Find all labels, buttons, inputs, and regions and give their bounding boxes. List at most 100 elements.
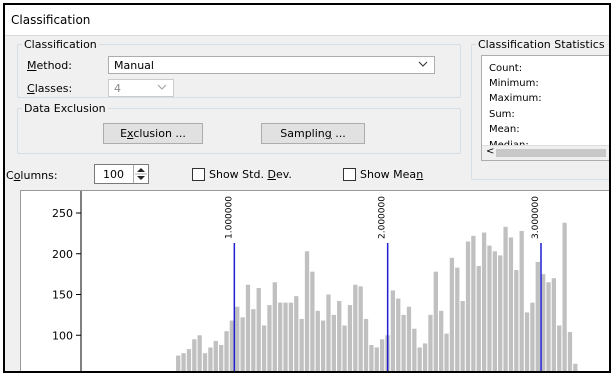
- histogram-bar: [567, 331, 573, 371]
- scroll-left-arrow-icon[interactable]: <: [486, 146, 494, 157]
- histogram-bar: [471, 235, 476, 371]
- histogram-bar: [363, 318, 369, 371]
- histogram-bar: [181, 353, 186, 371]
- histogram-bar: [460, 301, 465, 371]
- window-title: Classification: [11, 13, 91, 27]
- histogram-bar: [487, 245, 492, 371]
- class-break-label: 3.000000: [531, 196, 541, 239]
- histogram-bar: [546, 282, 551, 371]
- show-std-dev-checkbox[interactable]: [192, 168, 205, 181]
- histogram-bar: [256, 287, 261, 371]
- histogram-bar: [235, 306, 240, 371]
- histogram-bar: [288, 302, 294, 371]
- stat-sum-label: Sum:: [489, 109, 515, 120]
- histogram-bar: [342, 325, 347, 371]
- histogram-bar: [551, 278, 557, 371]
- data-exclusion-legend: Data Exclusion: [24, 102, 106, 115]
- chevron-down-icon: [418, 61, 428, 67]
- histogram-bar: [267, 305, 272, 371]
- histogram-bar: [476, 265, 481, 371]
- histogram-bar: [304, 251, 310, 371]
- histogram-bar: [347, 305, 353, 371]
- histogram-bar: [251, 309, 256, 371]
- stat-count-label: Count:: [489, 63, 523, 74]
- show-std-dev-label[interactable]: Show Std. Dev.: [209, 168, 292, 181]
- histogram-bar: [353, 284, 358, 371]
- histogram-bar: [294, 296, 299, 371]
- histogram-bar: [498, 255, 503, 371]
- classification-group-legend: Classification: [24, 38, 97, 51]
- classes-value: 4: [114, 82, 121, 95]
- histogram-bar: [331, 314, 336, 371]
- histogram-bar: [519, 230, 524, 371]
- statistics-horizontal-scrollbar[interactable]: <: [482, 145, 609, 160]
- stat-minimum-label: Minimum:: [489, 78, 539, 89]
- histogram-bar: [465, 241, 471, 371]
- histogram-bar: [202, 353, 208, 371]
- histogram-bar: [412, 328, 417, 371]
- histogram-bar: [245, 284, 251, 371]
- histogram-bar: [197, 335, 202, 371]
- spinner-up-down-icon: [135, 168, 147, 180]
- data-exclusion-group: Data Exclusion: [17, 102, 461, 154]
- histogram-bar: [428, 314, 433, 371]
- histogram-bar: [358, 286, 363, 371]
- histogram-bar: [557, 325, 562, 371]
- histogram-bar: [406, 306, 412, 371]
- histogram-bar: [417, 347, 422, 371]
- histogram-panel: 50 100 150 200 250 1.000000 2.000000 3.000000: [20, 190, 609, 372]
- sampling-button[interactable]: Sampling ...: [261, 123, 365, 144]
- histogram-bar: [261, 325, 267, 371]
- y-tick-label: 250: [52, 207, 73, 220]
- histogram-bar: [573, 363, 578, 371]
- histogram-bar: [439, 310, 444, 371]
- histogram-bar: [186, 349, 192, 371]
- histogram-bar: [535, 261, 540, 371]
- histogram-bar: [396, 298, 401, 371]
- columns-label: Columns:: [6, 169, 58, 182]
- histogram-bar: [283, 302, 288, 371]
- y-tick-label: 50: [59, 370, 73, 372]
- exclusion-button[interactable]: Exclusion ...: [103, 123, 203, 144]
- histogram-bar: [449, 257, 455, 371]
- columns-value: 100: [103, 168, 124, 181]
- histogram-bar: [401, 314, 406, 371]
- histogram-bar: [219, 345, 224, 371]
- histogram-bar: [278, 302, 283, 371]
- stat-maximum-label: Maximum:: [489, 93, 542, 104]
- spinner-arrows[interactable]: [133, 165, 148, 183]
- y-tick-label: 100: [52, 329, 73, 342]
- histogram-bar: [374, 347, 379, 371]
- histogram-bar: [299, 318, 304, 371]
- chevron-down-icon: [157, 84, 167, 90]
- histogram-bar: [422, 343, 428, 371]
- classes-dropdown[interactable]: 4: [108, 79, 174, 97]
- histogram-bar: [229, 320, 235, 371]
- show-mean-checkbox[interactable]: [343, 168, 356, 181]
- histogram-bar: [310, 271, 315, 371]
- scroll-thumb[interactable]: [496, 149, 606, 157]
- columns-spinner[interactable]: 100: [94, 164, 149, 184]
- y-tick-label: 150: [52, 289, 73, 302]
- classification-dialog: Classification Classification Method: Ma…: [3, 3, 611, 373]
- method-label: Method:: [27, 59, 72, 72]
- histogram-bar: [315, 310, 320, 371]
- histogram-bar: [524, 312, 530, 371]
- histogram-bar: [530, 302, 535, 371]
- histogram-bar: [176, 355, 181, 371]
- histogram-bar: [481, 232, 487, 371]
- histogram-chart: 50 100 150 200 250 1.000000 2.000000 3.000000: [52, 191, 578, 372]
- show-mean-label[interactable]: Show Mean: [360, 168, 423, 181]
- histogram-bar: [208, 347, 213, 371]
- histogram-bar: [380, 339, 385, 371]
- y-tick-label: 200: [52, 248, 73, 261]
- histogram-bar: [444, 333, 449, 371]
- histogram-bar: [320, 320, 326, 371]
- histogram-bar: [369, 345, 374, 371]
- histogram-bar: [390, 290, 396, 371]
- method-dropdown[interactable]: Manual: [108, 56, 435, 74]
- histogram-bar: [433, 271, 438, 371]
- histogram-bar: [508, 237, 514, 371]
- statistics-list[interactable]: Count: Minimum: Maximum: Sum: Mean: Medi…: [481, 55, 609, 161]
- title-bar: Classification: [5, 5, 609, 36]
